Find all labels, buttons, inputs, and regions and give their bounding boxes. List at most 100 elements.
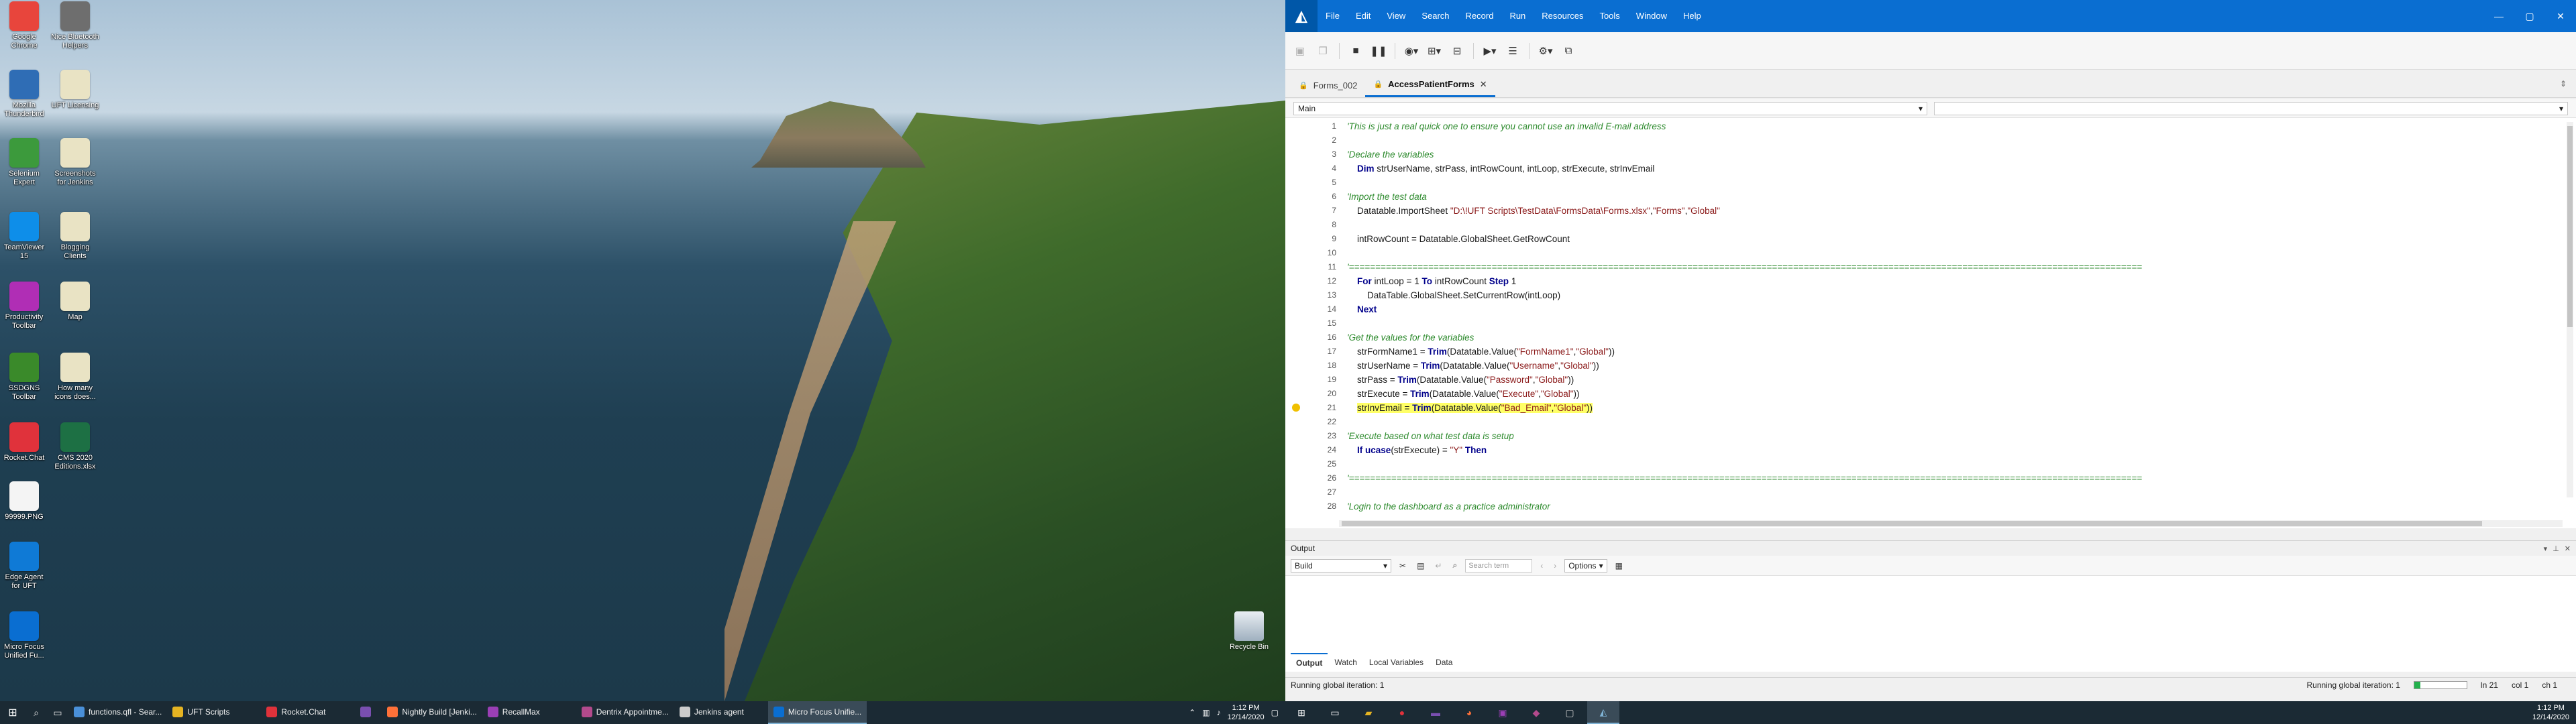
menu-run[interactable]: Run [1501, 0, 1534, 32]
close-icon[interactable]: ✕ [2565, 544, 2571, 553]
code-line[interactable]: 5 [1285, 176, 2563, 190]
code-line[interactable]: 16 'Get the values for the variables [1285, 330, 2563, 345]
checkpoint-icon[interactable]: ⊞▾ [1425, 42, 1444, 60]
code-line[interactable]: 22 [1285, 415, 2563, 429]
code-line[interactable]: 17 strFormName1 = Trim(Datatable.Value("… [1285, 345, 2563, 359]
copy-icon[interactable]: ❐ [1313, 42, 1332, 60]
save-icon[interactable]: ▣ [1291, 42, 1309, 60]
menu-record[interactable]: Record [1458, 0, 1502, 32]
search-next-icon[interactable]: › [1551, 558, 1559, 573]
desktop-shortcut[interactable]: 99999.PNG [0, 481, 48, 522]
output-tab[interactable]: Data [1430, 654, 1458, 671]
desktop-shortcut[interactable]: Micro Focus Unified Fu... [0, 611, 48, 660]
scrollbar-thumb[interactable] [1342, 521, 2482, 526]
recycle-bin[interactable]: Recycle Bin [1225, 611, 1273, 651]
record-icon[interactable]: ◉▾ [1402, 42, 1421, 60]
step-icon[interactable]: ▶▾ [1481, 42, 1499, 60]
notification-icon[interactable]: ▢ [1271, 708, 1279, 717]
taskbar-app[interactable]: RecallMax [482, 701, 576, 724]
desktop-shortcut[interactable]: Screenshots for Jenkins [51, 138, 99, 187]
scope-select[interactable]: Main ▾ [1293, 102, 1927, 115]
menu-window[interactable]: Window [1628, 0, 1675, 32]
export-icon[interactable]: ▦ [1613, 558, 1625, 573]
menu-search[interactable]: Search [1413, 0, 1457, 32]
code-line[interactable]: 25 [1285, 457, 2563, 471]
tray-chevron-icon[interactable]: ⌃ [1189, 708, 1195, 717]
code-line[interactable]: 9 intRowCount = Datatable.GlobalSheet.Ge… [1285, 232, 2563, 246]
options-button[interactable]: Options ▾ [1564, 558, 1607, 572]
close-icon[interactable]: ✕ [2545, 0, 2576, 32]
desktop-shortcut[interactable]: Nice Bluetooth Helpers [51, 1, 99, 50]
settings-icon[interactable]: ⚙▾ [1536, 42, 1555, 60]
wrap-icon[interactable]: ↵ [1432, 558, 1444, 573]
code-line[interactable]: 12 For intLoop = 1 To intRowCount Step 1 [1285, 274, 2563, 288]
member-select[interactable]: ▾ [1934, 102, 2568, 115]
menu-edit[interactable]: Edit [1348, 0, 1379, 32]
network-icon[interactable]: ▥ [1202, 708, 1210, 717]
code-line[interactable]: 1 'This is just a real quick one to ensur… [1285, 119, 2563, 133]
taskbar-app[interactable]: UFT Scripts [167, 701, 261, 724]
code-line[interactable]: 15 [1285, 316, 2563, 330]
code-line[interactable]: 6 'Import the test data [1285, 190, 2563, 204]
taskbar-app[interactable]: Rocket.Chat [261, 701, 355, 724]
clock[interactable]: 1:12 PM 12/14/2020 [1228, 703, 1265, 722]
stop-icon[interactable]: ■ [1346, 42, 1365, 60]
desktop-shortcut[interactable]: How many icons does... [51, 353, 99, 402]
code-line[interactable]: 26 '=====================================… [1285, 471, 2563, 485]
code-line[interactable]: 24 If ucase(strExecute) = "Y" Then [1285, 443, 2563, 457]
code-line[interactable]: 7 Datatable.ImportSheet "D:\!UFT Scripts… [1285, 204, 2563, 218]
output-source-select[interactable]: Build ▾ [1291, 558, 1391, 572]
desktop-shortcut[interactable]: CMS 2020 Editions.xlsx [51, 422, 99, 471]
desktop-shortcut[interactable]: Google Chrome [0, 1, 48, 50]
code-line[interactable]: 19 strPass = Trim(Datatable.Value("Passw… [1285, 373, 2563, 387]
start-icon[interactable]: ⊞ [1285, 701, 1318, 724]
code-lines[interactable]: 1 'This is just a real quick one to ensur… [1285, 119, 2563, 518]
code-line[interactable]: 4 Dim strUserName, strPass, intRowCount,… [1285, 162, 2563, 176]
app-icon[interactable]: ▬ [1419, 701, 1452, 724]
code-line[interactable]: 2 [1285, 133, 2563, 147]
desktop-shortcut[interactable]: Blogging Clients [51, 212, 99, 261]
start-button[interactable]: ⊞ [0, 701, 25, 724]
editor-horizontal-scrollbar[interactable] [1339, 520, 2563, 527]
code-line[interactable]: 27 [1285, 485, 2563, 499]
task-view-icon[interactable]: ▭ [47, 701, 68, 724]
taskbar-app[interactable] [355, 701, 382, 724]
code-line[interactable]: 28 'Login to the dashboard as a practice … [1285, 499, 2563, 514]
desktop-shortcut[interactable]: Selenium Expert [0, 138, 48, 187]
document-tab[interactable]: 🔒 AccessPatientForms ✕ [1365, 73, 1495, 97]
desktop-shortcut[interactable]: TeamViewer 15 [0, 212, 48, 261]
toggle-view-icon[interactable]: ▤ [1414, 558, 1427, 573]
desktop-shortcut[interactable]: UFT Licensing [51, 70, 99, 110]
code-line[interactable]: 11 '=====================================… [1285, 260, 2563, 274]
clear-icon[interactable]: ✂ [1397, 558, 1409, 573]
search-icon[interactable]: ⌕ [25, 701, 47, 724]
desktop-shortcut[interactable]: Map [51, 282, 99, 322]
search-prev-icon[interactable]: ‹ [1538, 558, 1546, 573]
search-input[interactable]: Search term [1465, 558, 1533, 572]
layout-icon[interactable]: ⧉ [1559, 42, 1578, 60]
menu-file[interactable]: File [1318, 0, 1348, 32]
code-line[interactable]: 8 [1285, 218, 2563, 232]
output-body[interactable] [1285, 576, 2576, 643]
code-line[interactable]: 23 'Execute based on what test data is se… [1285, 429, 2563, 443]
taskbar-app[interactable]: Nightly Build [Jenki... [382, 701, 482, 724]
menu-view[interactable]: View [1379, 0, 1413, 32]
menu-help[interactable]: Help [1675, 0, 1709, 32]
taskbar-app[interactable]: functions.qfl - Sear... [68, 701, 167, 724]
volume-icon[interactable]: ♪ [1217, 708, 1221, 717]
pin-icon[interactable]: ⊥ [2553, 544, 2559, 553]
clock-right[interactable]: 1:12 PM 12/14/2020 [2532, 703, 2569, 722]
uft-icon[interactable]: ◭ [1587, 701, 1619, 724]
maximize-icon[interactable]: ▢ [2514, 0, 2545, 32]
code-line[interactable]: 3 'Declare the variables [1285, 147, 2563, 162]
jenkins-icon[interactable]: ▢ [1554, 701, 1586, 724]
recallmax-icon[interactable]: ▣ [1487, 701, 1519, 724]
pause-icon[interactable]: ❚❚ [1369, 42, 1388, 60]
object-repository-icon[interactable]: ⊟ [1448, 42, 1466, 60]
firefox-icon[interactable]: ◕ [1453, 701, 1485, 724]
desktop-shortcut[interactable]: SSDGNS Toolbar [0, 353, 48, 402]
task-view-icon[interactable]: ▭ [1319, 701, 1351, 724]
rocketchat-icon[interactable]: ● [1386, 701, 1418, 724]
desktop-shortcut[interactable]: Rocket.Chat [0, 422, 48, 463]
folder-icon[interactable]: ▰ [1352, 701, 1385, 724]
